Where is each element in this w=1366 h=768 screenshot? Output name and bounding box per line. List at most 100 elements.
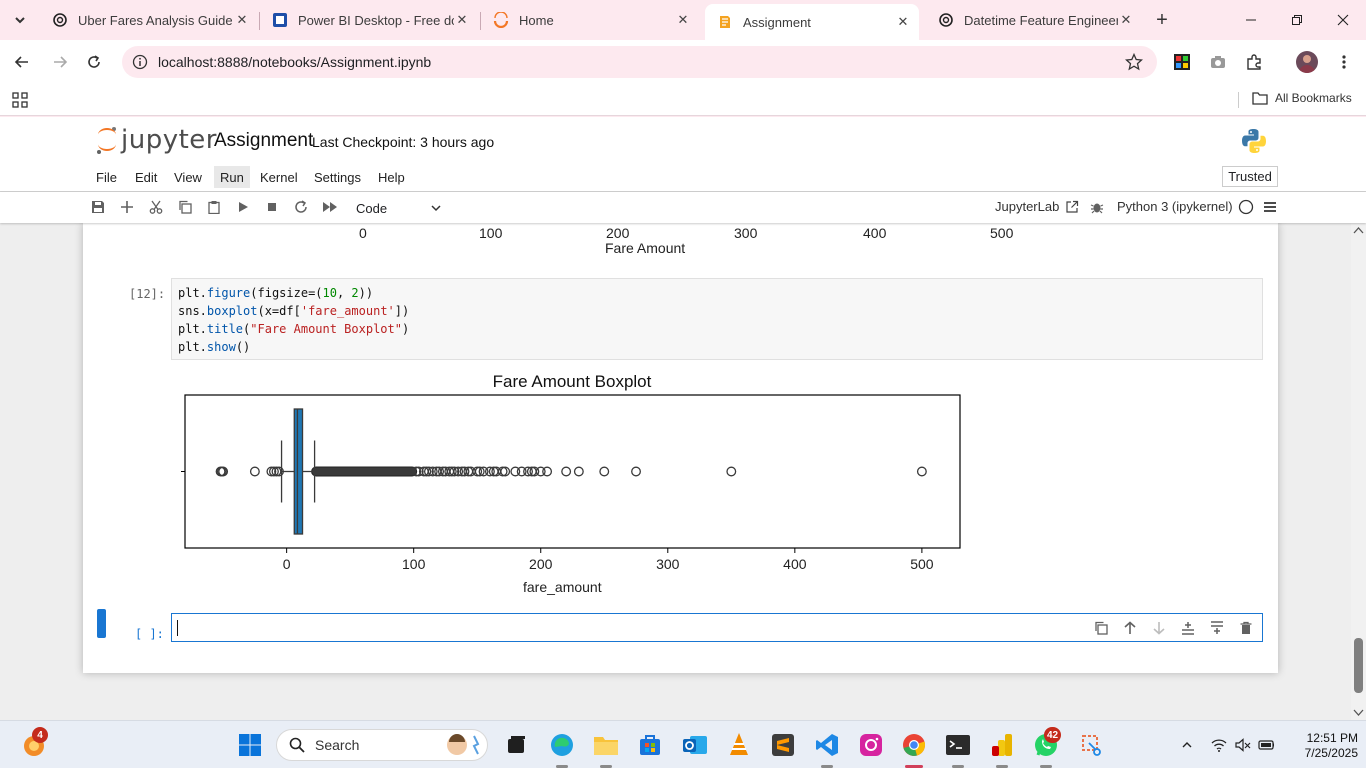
taskbar-store[interactable]: [634, 729, 666, 761]
prev-axis-tick: 200: [606, 225, 630, 241]
profile-avatar[interactable]: [1296, 51, 1318, 73]
kernel-status: [1237, 198, 1255, 216]
save-button[interactable]: [89, 198, 107, 216]
prev-axis-tick: 300: [734, 225, 758, 241]
battery-icon[interactable]: [1258, 737, 1274, 753]
start-button[interactable]: [234, 729, 266, 761]
info-icon[interactable]: [132, 54, 148, 70]
address-bar[interactable]: localhost:8888/notebooks/Assignment.ipyn…: [122, 46, 1157, 78]
taskbar: 4 Search 42 12:51 PM 7/25/2025: [0, 720, 1366, 768]
wifi-icon[interactable]: [1211, 737, 1227, 753]
move-up-button[interactable]: [1122, 620, 1138, 636]
taskbar-snipping-tool[interactable]: [1076, 729, 1108, 761]
scrollbar-thumb[interactable]: [1354, 638, 1363, 693]
taskbar-app-left[interactable]: 4: [18, 727, 50, 761]
taskbar-sublime[interactable]: [767, 729, 799, 761]
bookmark-star-icon[interactable]: [1125, 53, 1143, 71]
jupyter-header: jupyter Assignment Last Checkpoint: 3 ho…: [0, 117, 1366, 162]
browser-tab-5[interactable]: Datetime Feature Engineering ✕: [926, 4, 1142, 36]
menu-edit[interactable]: Edit: [129, 166, 163, 188]
restore-button[interactable]: [1274, 6, 1320, 34]
trusted-indicator[interactable]: Trusted: [1222, 166, 1278, 187]
interrupt-button[interactable]: [263, 198, 281, 216]
task-view-button[interactable]: [500, 729, 532, 761]
taskbar-chrome[interactable]: [898, 729, 930, 761]
browser-tab-1[interactable]: Uber Fares Analysis Guide ✕: [40, 4, 258, 36]
vscode-icon: [816, 734, 838, 756]
tab-search-button[interactable]: [8, 8, 32, 32]
insert-above-button[interactable]: [1180, 620, 1196, 636]
close-window-button[interactable]: [1320, 6, 1366, 34]
run-button[interactable]: [234, 198, 252, 216]
restart-button[interactable]: [292, 198, 310, 216]
new-tab-button[interactable]: +: [1150, 8, 1174, 32]
menu-settings[interactable]: Settings: [308, 166, 367, 188]
camera-icon[interactable]: [1208, 52, 1228, 72]
instagram-icon: [860, 734, 882, 756]
menu-view[interactable]: View: [168, 166, 208, 188]
code-cell[interactable]: plt.figure(figsize=(10, 2)) sns.boxplot(…: [171, 278, 1263, 360]
extensions-puzzle-icon[interactable]: [1244, 52, 1264, 72]
store-icon: [640, 735, 660, 755]
debugger-button[interactable]: [1088, 198, 1106, 216]
reload-button[interactable]: [80, 48, 108, 76]
move-down-button[interactable]: [1151, 620, 1167, 636]
show-hidden-icons-button[interactable]: [1179, 737, 1195, 753]
taskbar-powerbi[interactable]: [986, 729, 1018, 761]
jupyterlab-link[interactable]: JupyterLab: [995, 199, 1079, 214]
taskbar-search[interactable]: Search: [276, 729, 488, 761]
jupyter-logo[interactable]: jupyter: [95, 125, 217, 155]
menu-kernel[interactable]: Kernel: [254, 166, 304, 188]
duplicate-cell-button[interactable]: [1093, 620, 1109, 636]
close-tab-icon[interactable]: ✕: [1118, 12, 1134, 28]
folder-icon: [1252, 92, 1268, 105]
taskbar-whatsapp[interactable]: 42: [1030, 727, 1062, 761]
page-scrollbar[interactable]: [1351, 223, 1366, 720]
close-tab-icon[interactable]: ✕: [675, 12, 691, 28]
insert-cell-button[interactable]: [118, 198, 136, 216]
delete-cell-button[interactable]: [1238, 620, 1254, 636]
menu-help[interactable]: Help: [372, 166, 411, 188]
apps-grid-icon[interactable]: [12, 92, 28, 108]
code-line: plt.show(): [178, 340, 251, 354]
extension-icon[interactable]: [1172, 52, 1192, 72]
restart-run-all-button[interactable]: [321, 198, 339, 216]
volume-muted-icon[interactable]: [1235, 737, 1251, 753]
taskbar-edge[interactable]: [546, 729, 578, 761]
close-tab-icon[interactable]: ✕: [454, 12, 470, 28]
browser-tab-active[interactable]: Assignment ✕: [705, 4, 919, 40]
tab-title: Power BI Desktop - Free download: [298, 12, 454, 28]
bug-icon: [1090, 203, 1104, 214]
browser-tab-3[interactable]: Home ✕: [481, 4, 699, 36]
notebook-name[interactable]: Assignment: [214, 130, 313, 152]
all-bookmarks-button[interactable]: All Bookmarks: [1252, 91, 1352, 105]
taskbar-vscode[interactable]: [811, 729, 843, 761]
forward-button[interactable]: [46, 48, 74, 76]
vlc-icon: [730, 733, 748, 755]
browser-menu-icon[interactable]: [1334, 52, 1354, 72]
taskbar-vlc[interactable]: [723, 729, 755, 761]
paste-button[interactable]: [205, 198, 223, 216]
cell-type-select[interactable]: Code: [352, 198, 442, 218]
menu-run[interactable]: Run: [214, 166, 250, 188]
copy-button[interactable]: [176, 198, 194, 216]
taskbar-terminal[interactable]: [942, 729, 974, 761]
taskbar-instagram[interactable]: [855, 729, 887, 761]
close-tab-icon[interactable]: ✕: [895, 14, 911, 30]
system-clock[interactable]: 12:51 PM 7/25/2025: [1288, 731, 1358, 761]
menu-file[interactable]: File: [90, 166, 123, 188]
browser-tab-2[interactable]: Power BI Desktop - Free download ✕: [260, 4, 478, 36]
back-button[interactable]: [8, 48, 36, 76]
scroll-up-icon[interactable]: [1351, 225, 1366, 235]
scroll-down-icon[interactable]: [1351, 708, 1366, 718]
clock-date: 7/25/2025: [1304, 746, 1358, 760]
empty-code-cell[interactable]: [171, 613, 1263, 642]
close-tab-icon[interactable]: ✕: [234, 12, 250, 28]
cut-button[interactable]: [147, 198, 165, 216]
kernel-name[interactable]: Python 3 (ipykernel): [1117, 199, 1233, 214]
insert-below-button[interactable]: [1209, 620, 1225, 636]
taskbar-outlook[interactable]: [679, 729, 711, 761]
taskbar-file-explorer[interactable]: [590, 729, 622, 761]
property-inspector-button[interactable]: [1261, 198, 1279, 216]
minimize-button[interactable]: [1228, 6, 1274, 34]
